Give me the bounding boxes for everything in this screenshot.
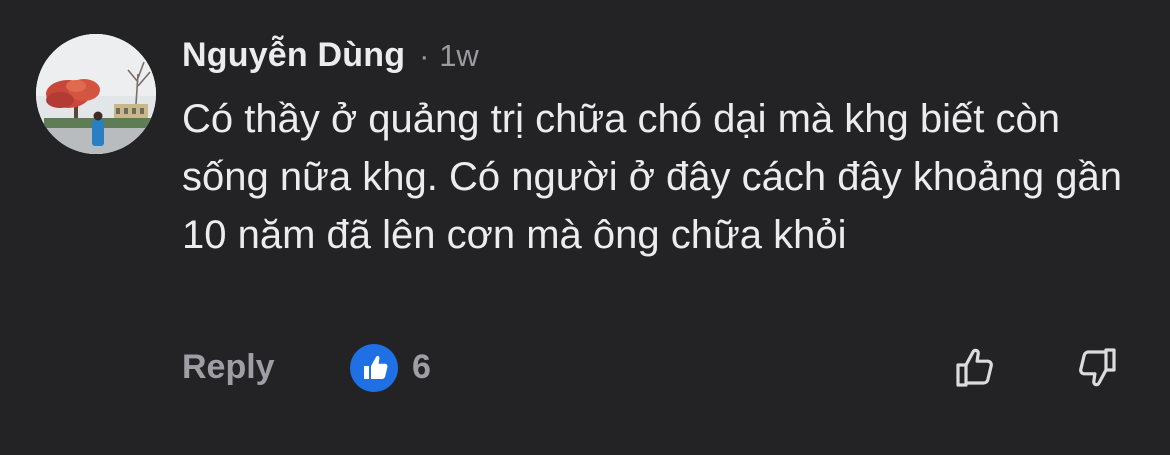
author-name[interactable]: Nguyễn Dùng <box>182 36 405 75</box>
timestamp[interactable]: 1w <box>439 38 479 74</box>
thumbs-up-icon[interactable] <box>350 344 398 392</box>
comment-card: Nguyễn Dùng · 1w Có thầy ở quảng trị chữ… <box>0 0 1170 455</box>
like-count[interactable]: 6 <box>412 348 431 387</box>
reply-button[interactable]: Reply <box>182 348 275 387</box>
thumbs-up-outline-icon[interactable] <box>950 342 1002 394</box>
comment-header: Nguyễn Dùng · 1w <box>182 36 1142 80</box>
comment-content: Nguyễn Dùng · 1w Có thầy ở quảng trị chữ… <box>182 36 1142 264</box>
comment-actions: Reply 6 <box>0 334 1170 404</box>
avatar[interactable] <box>36 34 156 154</box>
thumbs-down-outline-icon[interactable] <box>1070 342 1122 394</box>
comment-text: Có thầy ở quảng trị chữa chó dại mà khg … <box>182 97 1122 257</box>
separator-dot: · <box>419 40 430 73</box>
avatar-photo <box>36 34 156 154</box>
